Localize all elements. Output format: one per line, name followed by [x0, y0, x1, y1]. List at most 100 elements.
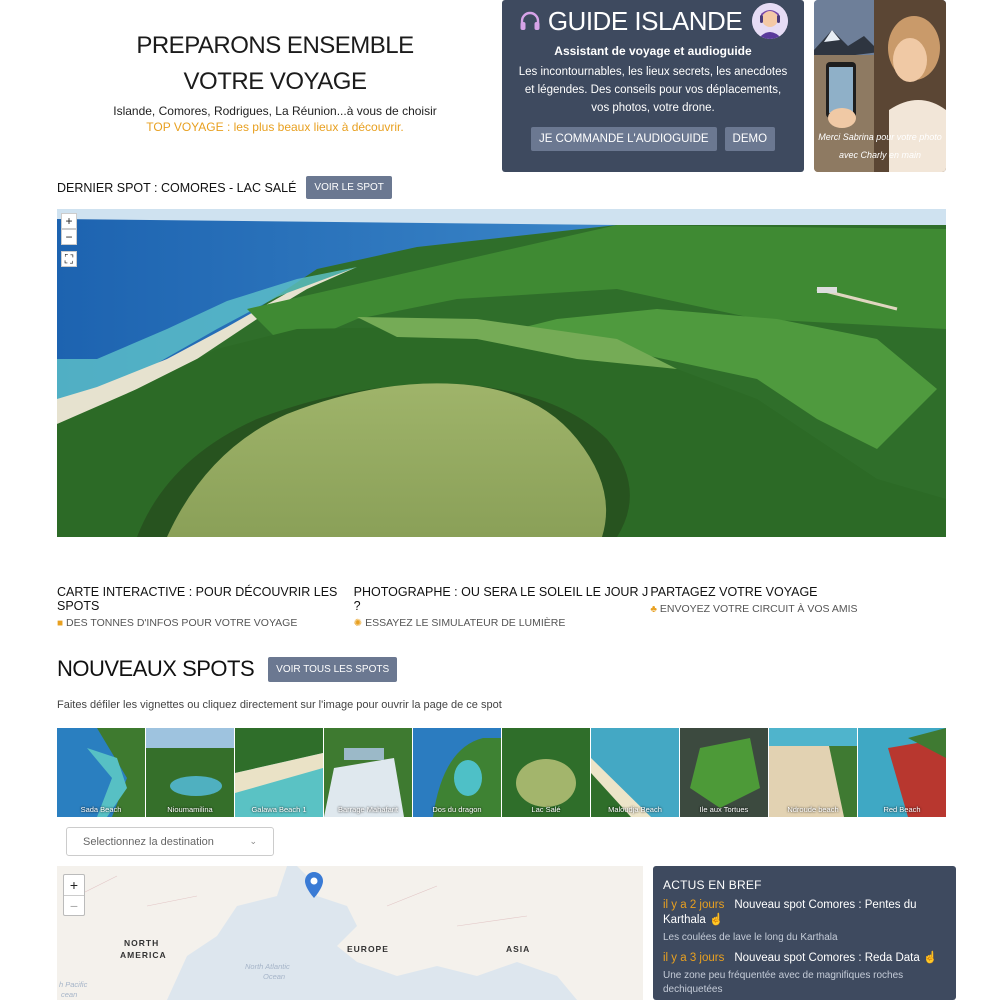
guide-subtitle: Assistant de voyage et audioguide — [554, 44, 752, 58]
spot-thumb-sada-beach[interactable]: Sada Beach — [57, 728, 145, 817]
thumb-label: Dos du dragon — [432, 805, 482, 814]
page: PREPARONS ENSEMBLE VOTRE VOYAGE Islande,… — [0, 0, 1000, 1000]
thumb-label: Maloudja Beach — [608, 805, 662, 814]
hero-title-line2: VOTRE VOYAGE — [183, 68, 367, 95]
news-time: il y a 3 jours — [663, 952, 725, 964]
feature-share-trip[interactable]: PARTAGEZ VOTRE VOYAGE ♣ ENVOYEZ VOTRE CI… — [650, 585, 947, 629]
news-item[interactable]: il y a 3 jours Nouveau spot Comores : Red… — [663, 951, 946, 997]
destination-select[interactable]: Selectionnez la destination ⌄ — [66, 827, 274, 856]
spot-thumb-dos-du-dragon[interactable]: Dos du dragon — [413, 728, 501, 817]
thumb-label: Sada Beach — [80, 805, 122, 814]
new-spots-title: NOUVEAUX SPOTS — [57, 656, 255, 681]
thumb-image — [680, 728, 768, 817]
news-description: Les coulées de lave le long du Karthala — [663, 932, 838, 943]
world-map[interactable]: + − NORTH AMERICA EUROPE ASIA North Atla… — [57, 866, 643, 1000]
feature-subtitle-row: ✺ ESSAYEZ LE SIMULATEUR DE LUMIÈRE — [354, 617, 651, 629]
news-time: il y a 2 jours — [663, 899, 725, 911]
order-audioguide-button[interactable]: JE COMMANDE L'AUDIOGUIDE — [530, 127, 717, 151]
view-all-spots-button[interactable]: VOIR TOUS LES SPOTS — [268, 656, 398, 682]
news-description: Une zone peu fréquentée avec de magnifiq… — [663, 970, 904, 995]
spot-thumb-maloudja-beach[interactable]: Maloudja Beach — [591, 728, 679, 817]
camera-icon: ■ — [57, 617, 64, 629]
spot-thumb-ile-aux-tortues[interactable]: Ile aux Tortues — [680, 728, 768, 817]
thumb-label: Ndroude beach — [787, 805, 839, 814]
map-label-asia: ASIA — [506, 944, 531, 954]
headphones-icon — [520, 11, 540, 30]
demo-button[interactable]: DEMO — [724, 127, 776, 151]
feature-title: PARTAGEZ VOTRE VOYAGE — [650, 585, 818, 599]
hero-subtitle: Islande, Comores, Rodrigues, La Réunion.… — [113, 104, 437, 118]
news-headline: Nouveau spot Comores : Reda Data — [734, 952, 920, 964]
feature-subtitle: DES TONNES D'INFOS POUR VOTRE VOYAGE — [66, 617, 298, 629]
pano-fullscreen-icon[interactable]: ⛶ — [61, 251, 77, 267]
spot-thumb-red-beach[interactable]: Red Beach — [858, 728, 946, 817]
map-label-europe: EUROPE — [347, 944, 389, 954]
new-spots-description: Faites défiler les vignettes ou cliquez … — [57, 699, 502, 711]
map-label-atlantic: North Atlantic — [245, 962, 290, 971]
features-row: CARTE INTERACTIVE : POUR DÉCOUVRIR LES S… — [57, 585, 947, 629]
chevron-down-icon: ⌄ — [249, 836, 257, 846]
news-item[interactable]: il y a 2 jours Nouveau spot Comores : Pen… — [663, 898, 946, 945]
feature-subtitle-row: ♣ ENVOYEZ VOTRE CIRCUIT À VOS AMIS — [650, 603, 947, 615]
pointer-hand-icon: ☝ — [709, 914, 724, 926]
thumb-label: Nioumamilina — [167, 805, 213, 814]
thumb-image — [324, 728, 412, 817]
map-pin-icon[interactable] — [305, 872, 323, 898]
news-headline-row: il y a 2 jours Nouveau spot Comores : Pen… — [663, 898, 946, 928]
guide-buttons: JE COMMANDE L'AUDIOGUIDE DEMO — [502, 127, 804, 151]
spot-thumb-nioumamilina[interactable]: Nioumamilina — [146, 728, 234, 817]
guide-header: GUIDE ISLANDE — [502, 3, 804, 39]
photo-caption-line1: Merci Sabrina pour votre photo — [818, 132, 942, 142]
sabrina-photo-card[interactable]: Merci Sabrina pour votre photo avec Char… — [814, 0, 946, 172]
thumb-label: Ile aux Tortues — [699, 805, 749, 814]
map-label-north: NORTH — [124, 938, 160, 948]
thumb-label: Red Beach — [883, 805, 921, 814]
feature-photographer[interactable]: PHOTOGRAPHE : OU SERA LE SOLEIL LE JOUR … — [354, 585, 651, 629]
share-icon: ♣ — [650, 603, 657, 615]
feature-title: PHOTOGRAPHE : OU SERA LE SOLEIL LE JOUR … — [353, 585, 649, 613]
feature-subtitle: ENVOYEZ VOTRE CIRCUIT À VOS AMIS — [659, 603, 858, 615]
thumb-label: Lac Salé — [531, 805, 561, 814]
map-zoom-in-button[interactable]: + — [64, 875, 84, 895]
spot-thumb-ndroude-beach[interactable]: Ndroude beach — [769, 728, 857, 817]
panorama-image — [57, 209, 946, 537]
sun-icon: ✺ — [353, 617, 363, 629]
pano-zoom-out-button[interactable]: − — [61, 229, 77, 245]
thumb-image — [413, 728, 501, 817]
guide-description: Les incontournables, les lieux secrets, … — [518, 66, 788, 114]
map-tiles — [57, 866, 643, 1000]
thumb-image — [502, 728, 590, 817]
last-spot-label: DERNIER SPOT : COMORES - LAC SALÉ — [57, 180, 297, 195]
pano-zoom-in-button[interactable]: + — [61, 213, 77, 229]
thumb-image — [235, 728, 323, 817]
thumb-image — [769, 728, 857, 817]
news-headline-row: il y a 3 jours Nouveau spot Comores : Red… — [663, 951, 946, 966]
pointer-hand-icon: ☝ — [922, 952, 938, 964]
thumb-image — [146, 728, 234, 817]
destination-select-value: Selectionnez la destination — [83, 835, 214, 848]
spot-thumb-lac-sale[interactable]: Lac Salé — [502, 728, 590, 817]
guide-box: GUIDE ISLANDE Assistant de voyage et aud… — [502, 0, 804, 172]
panorama-viewer[interactable]: + − ⛶ — [57, 209, 946, 537]
thumb-image — [858, 728, 946, 817]
thumb-label: Barrage Mahafarit — [337, 805, 399, 814]
view-spot-button[interactable]: VOIR LE SPOT — [306, 176, 392, 199]
spot-thumb-galawa-beach[interactable]: Galawa Beach 1 — [235, 728, 323, 817]
last-spot-row: DERNIER SPOT : COMORES - LAC SALÉ VOIR L… — [57, 176, 392, 199]
spot-thumb-barrage[interactable]: Barrage Mahafarit — [324, 728, 412, 817]
news-panel: ACTUS EN BREF il y a 2 jours Nouveau spot… — [653, 866, 956, 1000]
feature-interactive-map[interactable]: CARTE INTERACTIVE : POUR DÉCOUVRIR LES S… — [57, 585, 354, 629]
news-title: ACTUS EN BREF — [663, 878, 762, 892]
guide-title: GUIDE ISLANDE — [547, 5, 743, 36]
hero-title-line1: PREPARONS ENSEMBLE — [136, 32, 414, 59]
top-voyage-link[interactable]: TOP VOYAGE : les plus beaux lieux à déco… — [60, 120, 490, 134]
map-label-america: AMERICA — [120, 950, 167, 960]
hero: PREPARONS ENSEMBLE VOTRE VOYAGE Islande,… — [60, 28, 490, 134]
thumb-image — [57, 728, 145, 817]
map-zoom-controls: + − — [63, 874, 85, 916]
photo-caption-line2: avec Charly en main — [838, 150, 922, 160]
guide-avatar — [752, 3, 789, 39]
map-zoom-out-button[interactable]: − — [64, 895, 84, 915]
thumb-label: Galawa Beach 1 — [251, 805, 307, 814]
thumb-image — [591, 728, 679, 817]
